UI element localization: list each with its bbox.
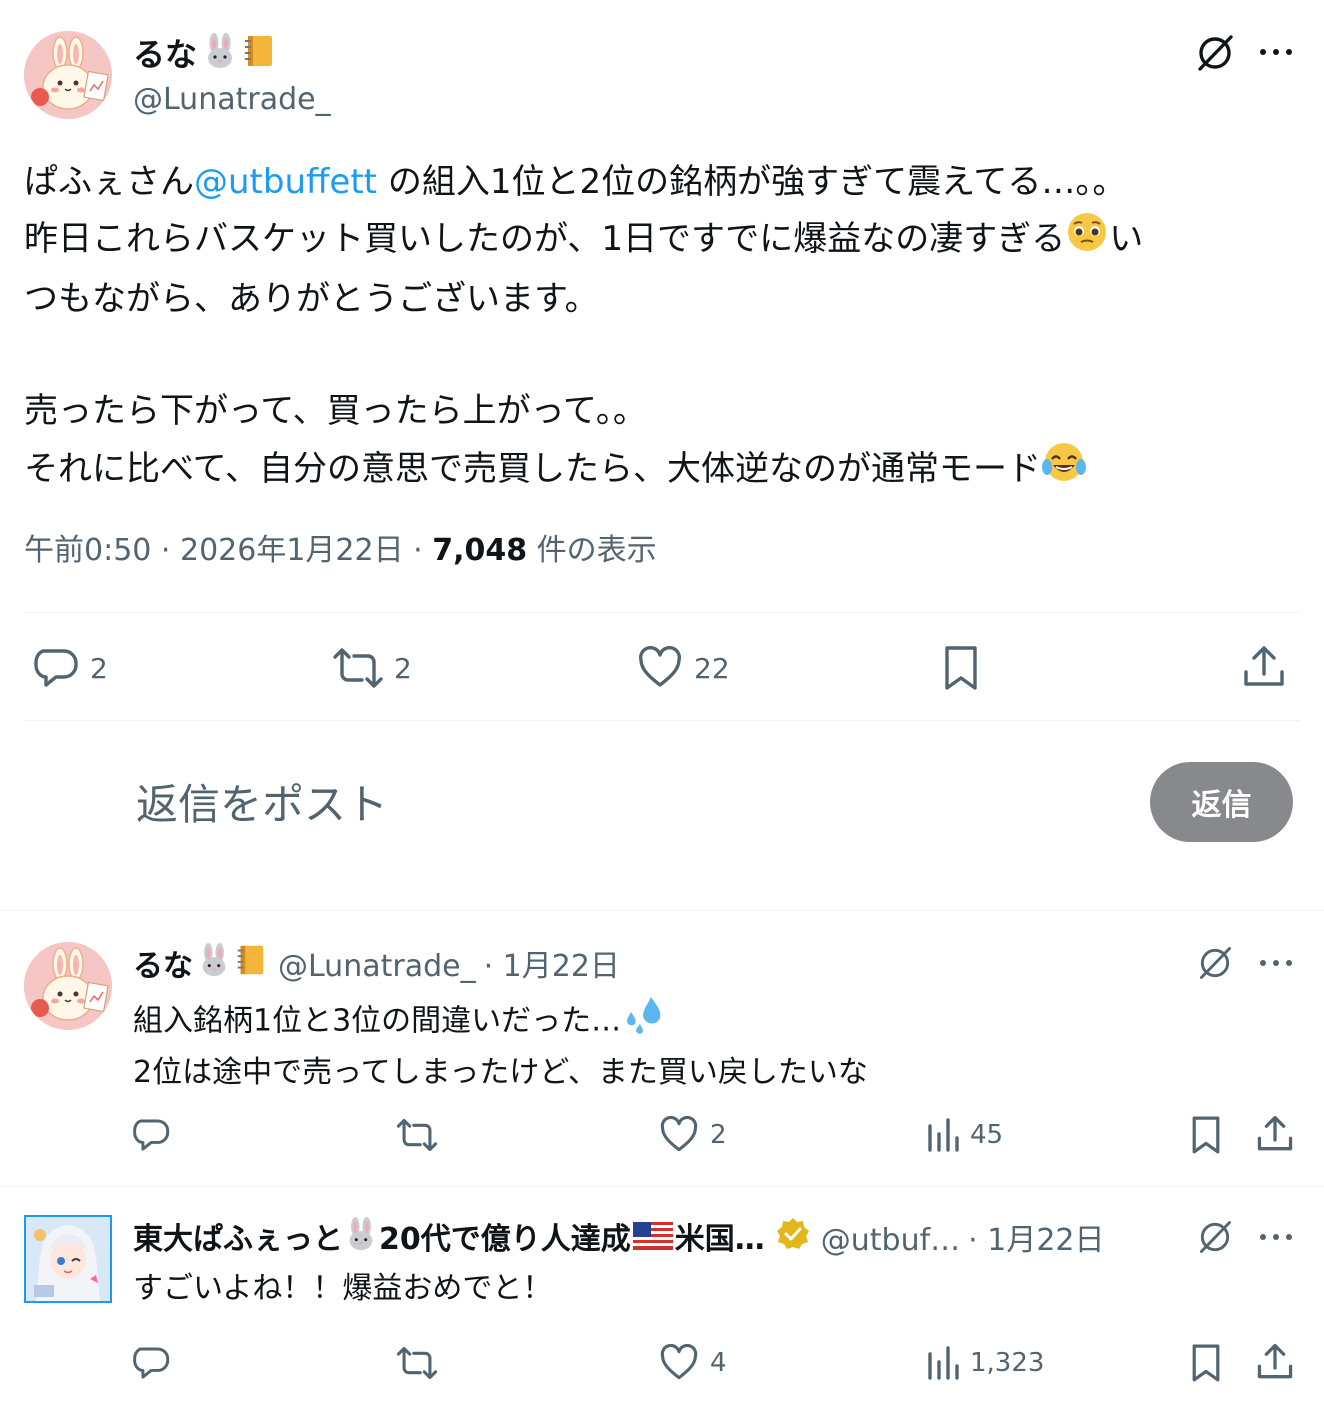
author-handle[interactable]: @utbuf… <box>821 1219 960 1263</box>
bar-chart-icon <box>928 1118 959 1152</box>
repost-button[interactable] <box>396 1344 438 1382</box>
divider <box>0 910 1324 911</box>
bookmark-icon[interactable] <box>1190 1342 1222 1384</box>
verified-badge-icon <box>775 1216 811 1265</box>
like-button[interactable]: 4 <box>660 1344 727 1382</box>
anime-girl-avatar-image <box>26 1217 110 1301</box>
more-dots-icon[interactable] <box>1258 1225 1294 1249</box>
more-dots-icon[interactable] <box>1258 951 1294 975</box>
repost-button[interactable] <box>396 1116 438 1154</box>
view-count[interactable]: 7,048 <box>432 533 527 568</box>
reply-body: すごいよね！！爆益おめでと！ <box>133 1271 553 1306</box>
views-button[interactable]: 45 <box>926 1116 1003 1154</box>
heart-icon <box>638 646 682 687</box>
rabbit-emoji-icon <box>201 32 239 81</box>
avatar[interactable] <box>24 1215 112 1303</box>
timestamp[interactable]: 午前0:50 · 2026年1月22日 · <box>24 533 432 568</box>
author-name[interactable]: るな <box>133 32 277 81</box>
view-count-label: 件の表示 <box>527 533 657 568</box>
author-name[interactable]: 東大ぱふぇっと 20代で億り人達成 米国… <box>133 1216 765 1265</box>
like-button[interactable]: 2 <box>660 1116 727 1154</box>
bar-chart-icon <box>928 1346 959 1380</box>
reply-submit-button[interactable]: 返信 <box>1150 762 1293 842</box>
rabbit-emoji-icon <box>343 1216 379 1265</box>
bookmark-icon[interactable] <box>1190 1114 1222 1156</box>
mention-link[interactable]: @utbuffett <box>194 162 377 202</box>
tweet-body: ぱふぇさん@utbuffett の組入1位と2位の銘柄が強すぎて震えてる…。。 … <box>24 154 1314 502</box>
repost-arrows-icon <box>333 648 383 688</box>
reply-button[interactable] <box>133 1344 171 1382</box>
like-button[interactable]: 22 <box>638 646 730 690</box>
sweat-droplets-emoji-icon <box>621 994 665 1050</box>
heart-icon <box>660 1116 698 1152</box>
us-flag-icon <box>632 1219 673 1263</box>
share-upload-icon[interactable] <box>1242 644 1286 690</box>
share-upload-icon[interactable] <box>1256 1342 1294 1382</box>
author-handle[interactable]: @Lunatrade_ <box>278 945 476 989</box>
views-button[interactable]: 1,323 <box>926 1344 1044 1382</box>
avatar[interactable] <box>24 31 112 119</box>
grok-slash-icon[interactable] <box>1196 944 1234 982</box>
reply-body: 組入銘柄1位と3位の間違いだった… 2位は途中で売ってしまったけど、また買い戻し… <box>133 994 868 1096</box>
reply-bubble-icon <box>133 1119 170 1151</box>
reply-button[interactable] <box>133 1116 171 1154</box>
rabbit-emoji-icon <box>196 942 232 991</box>
notebook-emoji-icon <box>232 942 268 991</box>
bookmark-icon[interactable] <box>942 644 980 692</box>
author-handle[interactable]: @Lunatrade_ <box>133 80 331 120</box>
avatar[interactable] <box>24 942 112 1030</box>
divider <box>24 612 1300 613</box>
repost-arrows-icon <box>396 1346 438 1380</box>
notebook-emoji-icon <box>239 32 277 81</box>
share-upload-icon[interactable] <box>1256 1114 1294 1154</box>
grok-slash-icon[interactable] <box>1194 32 1236 74</box>
reply-bubble-icon <box>133 1347 170 1379</box>
reply-date[interactable]: · 1月22日 <box>968 1219 1104 1263</box>
repost-button[interactable]: 2 <box>332 646 412 690</box>
bunny-avatar-image <box>24 942 112 1030</box>
bunny-avatar-image <box>24 31 112 119</box>
reply-date[interactable]: · 1月22日 <box>484 945 620 989</box>
grok-slash-icon[interactable] <box>1196 1218 1234 1256</box>
pleading-face-emoji-icon <box>1065 210 1109 271</box>
reply-input[interactable]: 返信をポスト <box>136 776 388 834</box>
divider <box>24 720 1300 721</box>
reply-header: 東大ぱふぇっと 20代で億り人達成 米国… @utbuf… · 1月22日 <box>133 1216 1105 1265</box>
author-name[interactable]: るな <box>133 945 193 989</box>
heart-icon <box>660 1344 698 1380</box>
tears-of-joy-emoji-icon <box>1041 439 1087 502</box>
reply-button[interactable]: 2 <box>34 646 108 690</box>
tweet-meta: 午前0:50 · 2026年1月22日 · 7,048 件の表示 <box>24 530 657 572</box>
repost-arrows-icon <box>396 1118 438 1152</box>
reply-bubble-icon <box>34 649 78 687</box>
divider <box>0 1186 1324 1187</box>
more-dots-icon[interactable] <box>1258 40 1294 64</box>
reply-header: るな @Lunatrade_ · 1月22日 <box>133 942 620 991</box>
